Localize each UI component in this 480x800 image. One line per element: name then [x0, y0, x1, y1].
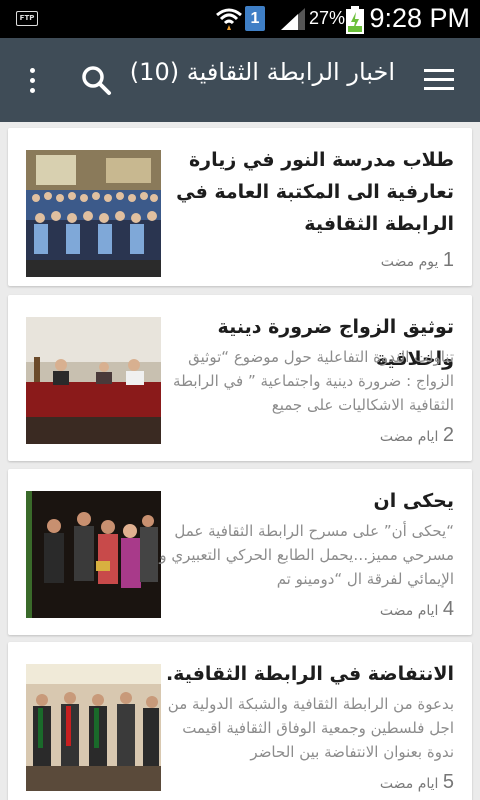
time-number: 4 [442, 598, 454, 620]
sim-slot-icon: 1 [245, 6, 265, 31]
news-card[interactable]: يحكى ان “يحكى أن” على مسرح الرابطة الثقا… [8, 469, 472, 635]
battery-charging-icon [346, 6, 364, 34]
hamburger-menu-button[interactable] [412, 56, 464, 104]
time-unit: ايام مضت [379, 429, 439, 445]
article-title[interactable]: طلاب مدرسة النور في زيارة تعارفية الى ال… [154, 144, 454, 240]
hamburger-menu-icon [424, 69, 454, 72]
signal-icon [281, 8, 305, 30]
more-vert-icon [30, 78, 35, 83]
search-icon[interactable] [72, 56, 120, 104]
page-title: اخبار الرابطة الثقافية (10) [129, 58, 395, 86]
app-bar: اخبار الرابطة الثقافية (10) [0, 38, 480, 122]
time-number: 1 [442, 249, 454, 271]
article-title[interactable]: الانتفاضة في الرابطة الثقافية. [154, 658, 454, 690]
article-thumbnail [26, 150, 161, 277]
news-card[interactable]: توثيق الزواج ضرورة دينية واخلاقية تناولت… [8, 295, 472, 461]
article-thumbnail [26, 317, 161, 444]
time-unit: ايام مضت [379, 776, 439, 792]
news-card[interactable]: طلاب مدرسة النور في زيارة تعارفية الى ال… [8, 128, 472, 286]
article-excerpt: تناولت الندوة التفاعلية حول موضوع “توثيق… [173, 348, 454, 414]
more-vert-icon [30, 88, 35, 93]
status-bar: FTP 1 27% 9:28 PM [0, 0, 480, 38]
time-number: 5 [442, 771, 454, 793]
article-time: 4 ايام مضت [380, 598, 454, 621]
battery-percent: 27% [309, 8, 346, 28]
article-time: 2 ايام مضت [380, 424, 454, 447]
article-excerpt: “يحكى أن” على مسرح الرابطة الثقافية عمل … [159, 522, 454, 588]
article-time: 5 ايام مضت [380, 771, 454, 794]
hamburger-menu-icon [424, 78, 454, 81]
news-card[interactable]: الانتفاضة في الرابطة الثقافية. بدعوة من … [8, 642, 472, 800]
article-thumbnail [26, 664, 161, 791]
wifi-icon [216, 8, 242, 30]
article-thumbnail [26, 491, 161, 618]
article-title[interactable]: يحكى ان [154, 485, 454, 517]
clock: 9:28 PM [369, 3, 470, 33]
article-time: 1 يوم مضت [381, 249, 454, 272]
hamburger-menu-icon [424, 87, 454, 90]
time-unit: ايام مضت [379, 603, 439, 619]
time-number: 2 [442, 424, 454, 446]
article-excerpt: بدعوة من الرابطة الثقافية والشبكة الدولي… [167, 695, 454, 761]
overflow-menu-button[interactable] [0, 38, 64, 122]
ftp-icon: FTP [16, 11, 38, 26]
more-vert-icon [30, 68, 35, 73]
time-unit: يوم مضت [380, 254, 439, 270]
